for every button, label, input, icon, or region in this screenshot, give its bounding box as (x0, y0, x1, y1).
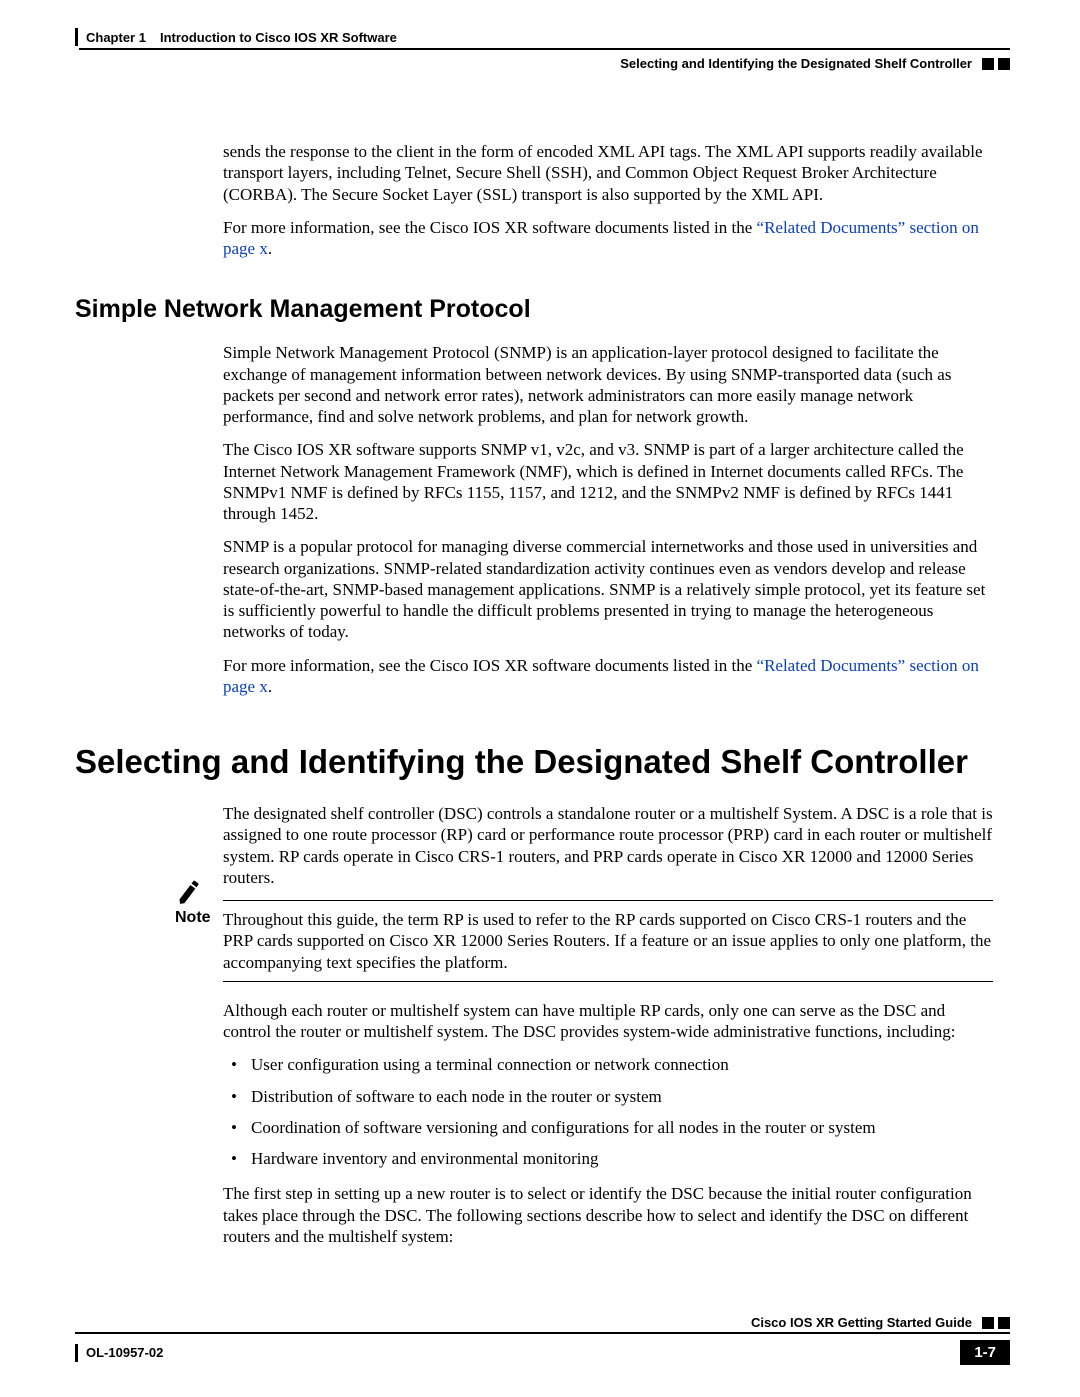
list-item: Hardware inventory and environmental mon… (223, 1148, 993, 1169)
body-paragraph: For more information, see the Cisco IOS … (223, 655, 993, 698)
footer-square-icon (982, 1317, 994, 1329)
page-number: 1-7 (960, 1340, 1010, 1365)
footer-guide-title: Cisco IOS XR Getting Started Guide (751, 1315, 972, 1330)
body-paragraph: Simple Network Management Protocol (SNMP… (223, 342, 993, 427)
dsc-bullet-list: User configuration using a terminal conn… (223, 1054, 993, 1169)
header-section-title: Selecting and Identifying the Designated… (620, 56, 972, 71)
note-label: Note (175, 909, 223, 927)
note-rule-bottom (223, 981, 993, 982)
footer-square-icon (998, 1317, 1010, 1329)
body-paragraph: SNMP is a popular protocol for managing … (223, 536, 993, 642)
pencil-icon (173, 876, 205, 908)
body-paragraph: Although each router or multishelf syste… (223, 1000, 993, 1043)
list-item: User configuration using a terminal conn… (223, 1054, 993, 1075)
body-paragraph: The Cisco IOS XR software supports SNMP … (223, 439, 993, 524)
chapter-label: Chapter 1 (86, 30, 146, 45)
header-bar-icon (75, 28, 78, 46)
snmp-heading: Simple Network Management Protocol (75, 295, 1010, 324)
note-rule-top (223, 900, 993, 901)
body-paragraph: The first step in setting up a new route… (223, 1183, 993, 1247)
note-text: Throughout this guide, the term RP is us… (223, 909, 993, 973)
footer-docnum: OL-10957-02 (86, 1345, 163, 1360)
running-header-sub: Selecting and Identifying the Designated… (75, 50, 1010, 71)
body-paragraph: The designated shelf controller (DSC) co… (223, 803, 993, 888)
header-square-icon (998, 58, 1010, 70)
body-paragraph: sends the response to the client in the … (223, 141, 993, 205)
header-square-icon (982, 58, 994, 70)
running-header-top: Chapter 1 Introduction to Cisco IOS XR S… (75, 28, 1010, 48)
dsc-heading: Selecting and Identifying the Designated… (75, 743, 1010, 781)
footer-docnum-row: OL-10957-02 (75, 1344, 163, 1362)
body-paragraph: For more information, see the Cisco IOS … (223, 217, 993, 260)
chapter-title: Introduction to Cisco IOS XR Software (160, 30, 397, 45)
footer-guide-row: Cisco IOS XR Getting Started Guide (75, 1315, 1010, 1332)
footer-bar-icon (75, 1344, 78, 1362)
list-item: Distribution of software to each node in… (223, 1086, 993, 1107)
note-block: Note Throughout this guide, the term RP … (175, 900, 993, 982)
list-item: Coordination of software versioning and … (223, 1117, 993, 1138)
